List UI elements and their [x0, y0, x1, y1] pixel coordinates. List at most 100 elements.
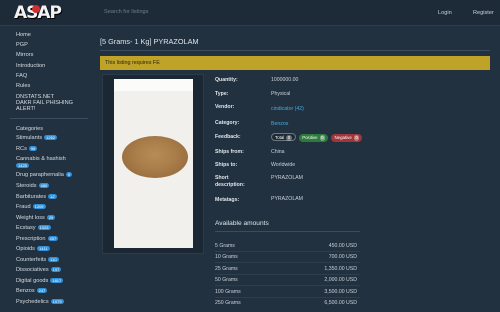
feedback-label: Feedback: [215, 134, 241, 140]
ships-to-label: Ships to: [215, 162, 238, 168]
amount-price: 6,500.00 USD [324, 300, 357, 306]
category-count-badge: 29 [46, 215, 56, 221]
feedback-negative-count: 0 [353, 135, 360, 141]
category-count-badge: 110 [48, 257, 59, 263]
amount-quantity: 25 Grams [215, 266, 238, 272]
category-name: Drug paraphernalia [16, 172, 64, 178]
quantity-label: Quantity: [215, 77, 238, 83]
feedback-pills: Total 0 Positive 0 Negative 0 [271, 133, 364, 142]
category-name: Stimulants [16, 135, 43, 141]
category-item[interactable]: Weight loss 29 [16, 215, 56, 221]
amount-quantity: 10 Grams [215, 254, 238, 260]
category-item[interactable]: Psychedelics 1079 [16, 299, 64, 305]
amount-row-divider [215, 285, 360, 286]
sidebar-link-introduction[interactable]: Introduction [16, 63, 45, 69]
short-description-value: PYRAZOLAM [271, 175, 303, 181]
category-item[interactable]: Benzos 247 [16, 288, 48, 294]
amount-row-divider [215, 274, 360, 275]
metatags-label: Metatags: [215, 197, 240, 203]
category-count-badge: 96 [28, 146, 38, 152]
sidebar-link-phishing-alert-line2[interactable]: ALERT! [16, 106, 35, 112]
category-item[interactable]: RCs 96 [16, 146, 38, 152]
category-count-badge: 1817 [50, 278, 64, 284]
feedback-positive-label: Positive [302, 135, 318, 140]
feedback-total-label: Total [275, 135, 285, 140]
sidebar-link-pgp[interactable]: PGP [16, 42, 28, 48]
category-item[interactable]: Barbiturates 12 [16, 194, 57, 200]
amount-quantity: 250 Grams [215, 300, 241, 306]
category-name: Counterfeits [16, 257, 47, 263]
category-item[interactable]: Cannabis & hashish [16, 156, 66, 162]
category-item[interactable]: Opioids 1411 [16, 246, 50, 252]
type-value: Physical [271, 91, 291, 97]
category-name: Digital goods [16, 278, 49, 284]
sidebar-link-mirrors[interactable]: Mirrors [16, 52, 33, 58]
category-count-badge: 197 [50, 267, 62, 273]
feedback-positive-pill[interactable]: Positive 0 [299, 134, 329, 142]
amount-row-divider [215, 262, 360, 263]
vendor-label: Vendor: [215, 104, 235, 110]
feedback-positive-count: 0 [319, 135, 326, 141]
register-link[interactable]: Register [473, 10, 494, 16]
short-description-label-line2: description: [215, 182, 245, 188]
amounts-divider [215, 231, 360, 232]
category-item[interactable]: Fraud 1209 [16, 204, 46, 210]
amount-price: 2,000.00 USD [324, 277, 357, 283]
category-name: Fraud [16, 204, 31, 210]
category-item[interactable]: Steroids 480 [16, 183, 50, 189]
category-item[interactable]: Stimulants 1262 [16, 135, 58, 141]
sidebar-link-rules[interactable]: Rules [16, 83, 30, 89]
category-name: Opioids [16, 246, 35, 252]
feedback-negative-label: Negative [334, 135, 352, 140]
category-count-badge: 1079 [50, 299, 64, 305]
amount-price: 450.00 USD [328, 243, 357, 249]
category-count-badge: 1025 [37, 225, 51, 231]
vendor-link[interactable]: cindicator (42) [271, 106, 304, 112]
category-label: Category: [215, 120, 240, 126]
amount-quantity: 50 Grams [215, 277, 238, 283]
category-item[interactable]: Counterfeits 110 [16, 257, 59, 263]
amount-price: 1,350.00 USD [324, 266, 357, 272]
category-count-badge: 457 [47, 236, 59, 242]
login-link[interactable]: Login [438, 10, 452, 16]
category-count-badge: 480 [38, 183, 50, 189]
feedback-negative-pill[interactable]: Negative 0 [331, 134, 363, 142]
category-count-badge: 1425 [16, 163, 29, 169]
category-item[interactable]: Drug paraphernalia 9 [16, 172, 73, 178]
feedback-total-pill[interactable]: Total 0 [271, 133, 296, 141]
category-name: Weight loss [16, 215, 45, 221]
title-divider [100, 50, 490, 51]
product-image[interactable] [114, 79, 193, 248]
category-name: Steroids [16, 183, 37, 189]
logo-mark-icon [32, 5, 40, 13]
site-logo[interactable]: ASAP [14, 2, 68, 24]
category-link[interactable]: Benzos [271, 121, 288, 127]
category-count-badge: 1209 [32, 204, 46, 210]
category-name: RCs [16, 146, 27, 152]
category-name: Benzos [16, 288, 35, 294]
powder-pile [122, 136, 188, 178]
categories-heading: Categories [16, 126, 44, 132]
category-count-badge: 9 [65, 172, 73, 178]
sidebar-link-faq[interactable]: FAQ [16, 73, 27, 79]
sidebar-divider [10, 118, 88, 119]
category-name: Psychedelics [16, 299, 49, 305]
type-label: Type: [215, 91, 229, 97]
category-item[interactable]: Prescription 457 [16, 236, 59, 242]
category-item[interactable]: Dissociatives 197 [16, 267, 62, 273]
amount-quantity: 100 Grams [215, 289, 241, 295]
amount-row-divider [215, 251, 360, 252]
category-count-badge: 12 [48, 194, 57, 200]
quantity-value: 1000000.00 [271, 77, 299, 83]
category-item[interactable]: Ecstasy 1025 [16, 225, 51, 231]
ships-to-value: Worldwide [271, 162, 296, 168]
category-count-badge: 247 [36, 288, 48, 294]
sidebar-link-home[interactable]: Home [16, 32, 31, 38]
available-amounts-heading: Available amounts [215, 220, 269, 227]
category-item[interactable]: Digital goods 1817 [16, 278, 64, 284]
category-count-badge: 1411 [36, 246, 50, 252]
amount-price: 3,500.00 USD [324, 289, 357, 295]
image-top-strip [114, 79, 193, 91]
amount-quantity: 5 Grams [215, 243, 235, 249]
search-input[interactable]: Search for listings [104, 9, 148, 15]
